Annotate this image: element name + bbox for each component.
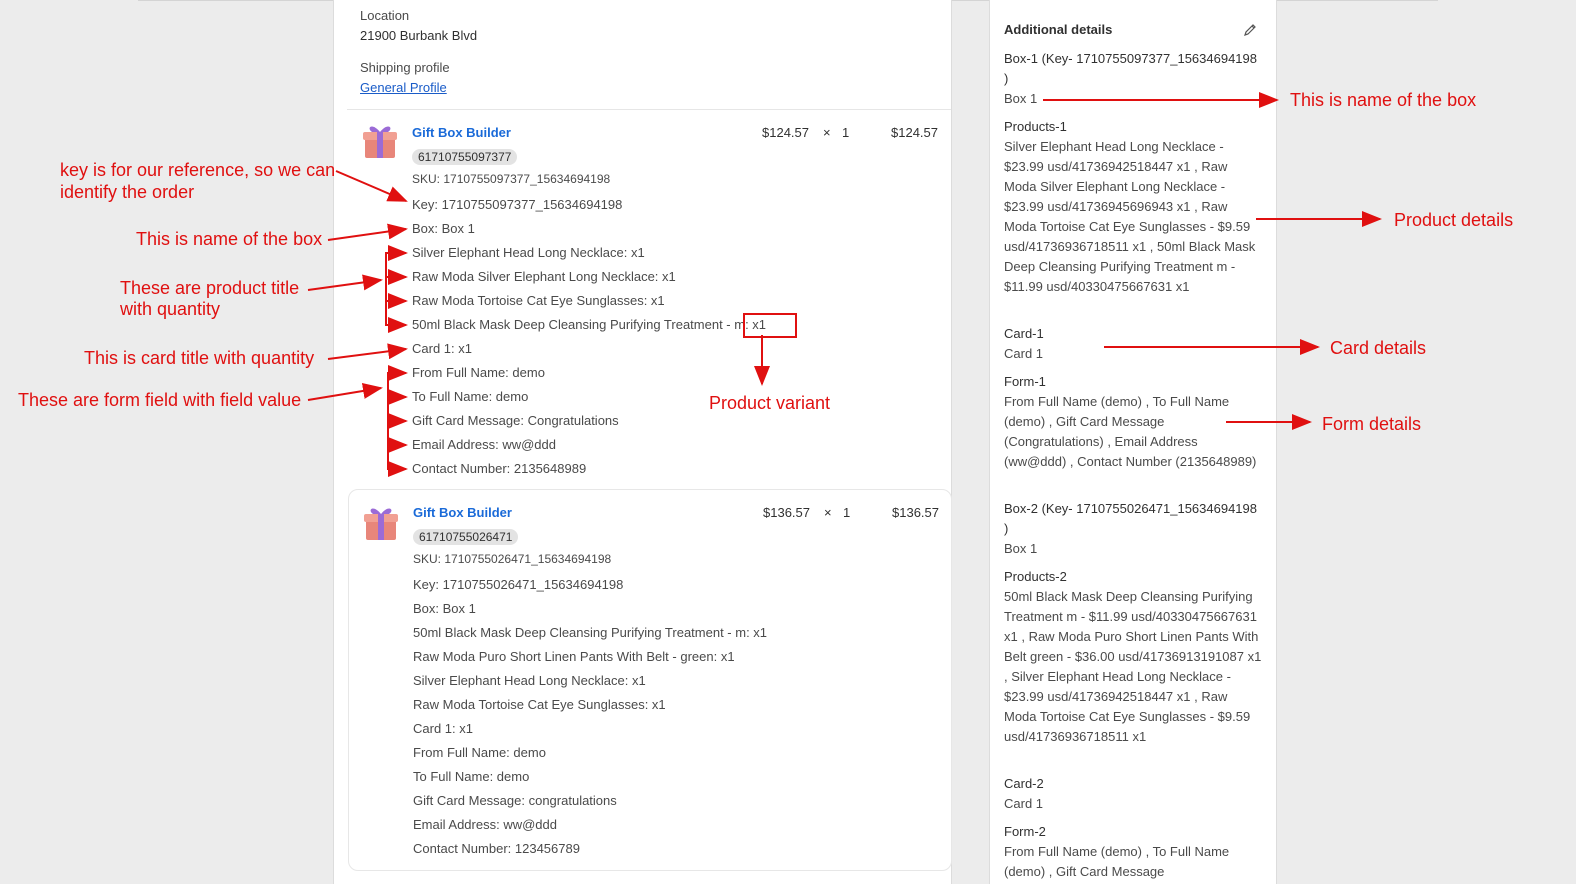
key-property: Key: 1710755097377_15634694198 xyxy=(412,197,623,212)
product-property: Raw Moda Tortoise Cat Eye Sunglasses: x1 xyxy=(412,293,665,308)
gift-box-icon xyxy=(363,126,397,158)
form-property: From Full Name: demo xyxy=(413,745,546,760)
box-2-block: Box-2 (Key- 1710755026471_15634694198 ) … xyxy=(1004,499,1262,559)
detail-label: Card-2 xyxy=(1004,776,1044,791)
detail-value: Box 1 xyxy=(1004,541,1038,556)
location-label: Location xyxy=(360,8,410,23)
form-property: Email Address: ww@ddd xyxy=(412,437,556,452)
form-property: Contact Number: 2135648989 xyxy=(412,461,587,476)
annotation-key-note: identify the order xyxy=(60,182,195,202)
edit-pencil-icon[interactable] xyxy=(1242,22,1258,38)
card-property: Card 1: x1 xyxy=(413,721,473,736)
product-title[interactable]: Gift Box Builder xyxy=(412,125,511,140)
detail-label: Box-2 (Key- 1710755026471_15634694198 ) xyxy=(1004,501,1257,536)
detail-label: Form-1 xyxy=(1004,374,1046,389)
product-property: Silver Elephant Head Long Necklace: x1 xyxy=(413,673,646,688)
variant-highlight-box xyxy=(743,313,797,338)
card-2-block: Card-2 Card 1 xyxy=(1004,774,1262,814)
detail-label: Products-2 xyxy=(1004,569,1067,584)
order-badge: 61710755026471 xyxy=(413,529,519,545)
annotation-form-details: Form details xyxy=(1322,414,1422,434)
detail-value: From Full Name (demo) , To Full Name (de… xyxy=(1004,844,1230,879)
sku-text: SKU: 1710755097377_15634694198 xyxy=(412,172,611,186)
detail-label: Form-2 xyxy=(1004,824,1046,839)
product-property: 50ml Black Mask Deep Cleansing Purifying… xyxy=(413,625,768,640)
unit-price: $124.57 xyxy=(762,125,809,140)
order-badge: 61710755097377 xyxy=(412,149,518,165)
card-property: Card 1: x1 xyxy=(412,341,472,356)
annotation-card-title: This is card title with quantity xyxy=(84,348,315,368)
product-title[interactable]: Gift Box Builder xyxy=(413,505,512,520)
product-property: Raw Moda Puro Short Linen Pants With Bel… xyxy=(413,649,735,664)
annotation-box-name-right: This is name of the box xyxy=(1290,90,1477,110)
form-property: Gift Card Message: congratulations xyxy=(413,793,617,808)
form-2-block: Form-2 From Full Name (demo) , To Full N… xyxy=(1004,822,1262,882)
line-total: $136.57 xyxy=(892,505,939,520)
sku-text: SKU: 1710755026471_15634694198 xyxy=(413,552,612,566)
product-property: Silver Elephant Head Long Necklace: x1 xyxy=(412,245,645,260)
section-divider xyxy=(347,109,951,110)
form-property: From Full Name: demo xyxy=(412,365,545,380)
detail-value: From Full Name (demo) , To Full Name (de… xyxy=(1004,394,1257,469)
item-properties: Key: 1710755097377_15634694198 Box: Box … xyxy=(412,193,766,481)
products-2-block: Products-2 50ml Black Mask Deep Cleansin… xyxy=(1004,567,1262,747)
key-property: Key: 1710755026471_15634694198 xyxy=(413,577,624,592)
annotation-product-title: These are product title xyxy=(120,278,300,298)
form-property: To Full Name: demo xyxy=(413,769,530,784)
card-1-block: Card-1 Card 1 xyxy=(1004,324,1262,364)
item-properties: Key: 1710755026471_15634694198 Box: Box … xyxy=(413,573,767,861)
gift-box-icon xyxy=(364,508,398,540)
annotation-key-note: key is for our reference, so we can xyxy=(60,160,336,180)
box-1-block: Box-1 (Key- 1710755097377_15634694198 ) … xyxy=(1004,49,1262,109)
annotation-card-details: Card details xyxy=(1330,338,1427,358)
line-item-2: Gift Box Builder 61710755026471 SKU: 171… xyxy=(348,489,952,871)
additional-details-panel: Additional details Box-1 (Key- 171075509… xyxy=(989,0,1277,884)
form-property: Email Address: ww@ddd xyxy=(413,817,557,832)
products-1-block: Products-1 Silver Elephant Head Long Nec… xyxy=(1004,117,1262,297)
product-property: 50ml Black Mask Deep Cleansing Purifying… xyxy=(412,317,767,332)
box-property: Box: Box 1 xyxy=(413,601,476,616)
annotation-product-title: with quantity xyxy=(120,299,221,319)
detail-value: Card 1 xyxy=(1004,796,1044,811)
additional-details-title: Additional details xyxy=(1004,22,1113,37)
line-total: $124.57 xyxy=(891,125,938,140)
product-property: Raw Moda Silver Elephant Long Necklace: … xyxy=(412,269,676,284)
form-property: Contact Number: 123456789 xyxy=(413,841,580,856)
detail-value: Card 1 xyxy=(1004,346,1044,361)
box-property: Box: Box 1 xyxy=(412,221,475,236)
form-1-block: Form-1 From Full Name (demo) , To Full N… xyxy=(1004,372,1262,472)
detail-label: Card-1 xyxy=(1004,326,1044,341)
order-items-panel: Location 21900 Burbank Blvd Shipping pro… xyxy=(333,0,952,884)
location-value: 21900 Burbank Blvd xyxy=(360,28,478,43)
unit-price: $136.57 xyxy=(763,505,810,520)
detail-value: Silver Elephant Head Long Necklace - $23… xyxy=(1004,139,1256,294)
annotation-product-variant: Product variant xyxy=(709,393,831,413)
quantity: 1 xyxy=(843,505,851,520)
annotation-box-name: This is name of the box xyxy=(136,229,323,249)
annotation-product-details: Product details xyxy=(1394,210,1514,230)
detail-value: Box 1 xyxy=(1004,91,1038,106)
detail-label: Products-1 xyxy=(1004,119,1067,134)
detail-value: 50ml Black Mask Deep Cleansing Purifying… xyxy=(1004,589,1262,744)
product-property: Raw Moda Tortoise Cat Eye Sunglasses: x1 xyxy=(413,697,666,712)
general-profile-link[interactable]: General Profile xyxy=(360,78,447,98)
shipping-profile-label: Shipping profile xyxy=(360,60,450,75)
times-sign: × xyxy=(824,505,832,520)
quantity: 1 xyxy=(842,125,850,140)
detail-label: Box-1 (Key- 1710755097377_15634694198 ) xyxy=(1004,51,1257,86)
times-sign: × xyxy=(823,125,831,140)
annotation-form-field: These are form field with field value xyxy=(18,390,302,410)
